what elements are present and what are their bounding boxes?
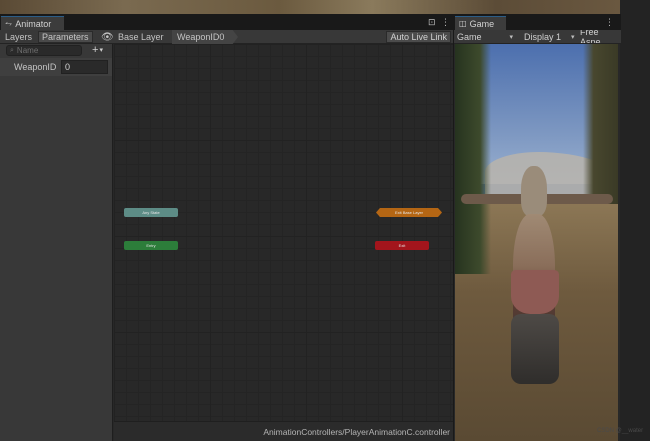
gamepad-icon: ◫ xyxy=(459,19,467,28)
animator-icon: ⥊ xyxy=(5,18,13,28)
display-dropdown[interactable]: Display 1 ▾ xyxy=(524,30,575,43)
tab-layers-label: Layers xyxy=(5,32,33,42)
game-tab[interactable]: ◫ Game xyxy=(455,16,506,30)
chevron-down-icon: ▾ xyxy=(509,34,514,41)
display-label: Display 1 xyxy=(524,32,562,42)
breadcrumb-weaponid0-label: WeaponID0 xyxy=(177,32,225,42)
animator-window: ⥊ Animator ⊡ ⋮ Layers Parameters 👁 Base … xyxy=(0,14,453,441)
character-skirt xyxy=(511,270,559,314)
game-tab-label: Game xyxy=(469,18,495,29)
scene-background-strip xyxy=(0,0,620,14)
tab-parameters[interactable]: Parameters xyxy=(38,31,93,43)
add-parameter-button[interactable]: + ▾ xyxy=(92,44,103,56)
exit-base-layer-label: Exit Base Layer xyxy=(394,210,423,215)
any-state-node[interactable]: Any State xyxy=(124,208,178,217)
right-edge-panel xyxy=(620,0,650,441)
watermark: CSDN @__water xyxy=(597,428,644,434)
breadcrumb-base-layer-label: Base Layer xyxy=(118,32,164,42)
chevron-down-icon: ▾ xyxy=(99,47,103,54)
exit-label: Exit xyxy=(398,243,406,248)
exit-node[interactable]: Exit xyxy=(375,241,429,250)
eye-icon[interactable]: 👁 xyxy=(98,31,117,43)
tab-parameters-label: Parameters xyxy=(42,32,89,42)
controller-path: AnimationControllers/PlayerAnimationC.co… xyxy=(263,427,450,437)
game-more-options-icon[interactable]: ⋮ xyxy=(605,17,614,28)
entry-label: Entry xyxy=(146,243,156,248)
state-machine-graph[interactable]: Any State Entry Exit Base Layer Exit xyxy=(114,44,453,435)
search-placeholder: Name xyxy=(16,46,39,55)
parameter-row[interactable]: WeaponID 0 xyxy=(0,58,112,76)
auto-live-link-label: Auto Live Link xyxy=(390,32,447,42)
plus-icon: + xyxy=(92,44,99,56)
animator-tabbar: ⥊ Animator ⊡ ⋮ xyxy=(0,14,453,30)
chevron-down-icon: ▾ xyxy=(571,34,575,41)
more-options-icon[interactable]: ⋮ xyxy=(441,17,450,28)
character-head xyxy=(521,166,547,216)
game-viewport[interactable] xyxy=(455,44,618,441)
auto-live-link-button[interactable]: Auto Live Link xyxy=(386,31,451,43)
animator-tab[interactable]: ⥊ Animator xyxy=(1,16,64,30)
breadcrumb-base-layer[interactable]: Base Layer xyxy=(116,30,164,44)
game-mode-label: Game xyxy=(457,32,482,42)
any-state-label: Any State xyxy=(142,210,160,215)
character-legs xyxy=(511,314,559,384)
aspect-dropdown[interactable]: Free Aspe xyxy=(580,30,621,44)
search-icon: ⌕ xyxy=(10,46,14,54)
game-tabbar: ◫ Game ⋮ xyxy=(454,14,621,30)
animator-status-bar: AnimationControllers/PlayerAnimationC.co… xyxy=(114,421,453,441)
game-window: ◫ Game ⋮ Game ▾ Display 1 ▾ Free Aspe xyxy=(453,14,621,441)
cliff xyxy=(583,44,618,204)
exit-base-layer-node[interactable]: Exit Base Layer xyxy=(376,208,442,217)
animator-tab-label: Animator xyxy=(15,18,52,29)
parameters-panel: ⌕ Name + ▾ WeaponID 0 xyxy=(0,44,113,441)
game-mode-dropdown[interactable]: Game ▾ xyxy=(457,30,514,43)
parameter-name: WeaponID xyxy=(14,62,57,72)
lock-icon[interactable]: ⊡ xyxy=(428,17,436,28)
aspect-label: Free Aspe xyxy=(580,30,601,44)
parameter-value-field[interactable]: 0 xyxy=(61,60,108,74)
animator-toolbar: Layers Parameters 👁 Base Layer WeaponID0… xyxy=(0,30,453,44)
trees xyxy=(455,44,491,274)
parameter-search-input[interactable]: ⌕ Name xyxy=(6,45,82,56)
game-toolbar: Game ▾ Display 1 ▾ Free Aspe xyxy=(454,30,621,44)
search-row: ⌕ Name + ▾ xyxy=(4,44,111,57)
breadcrumb-weaponid0[interactable]: WeaponID0 xyxy=(172,30,238,44)
tab-layers[interactable]: Layers xyxy=(2,31,35,43)
entry-node[interactable]: Entry xyxy=(124,241,178,250)
